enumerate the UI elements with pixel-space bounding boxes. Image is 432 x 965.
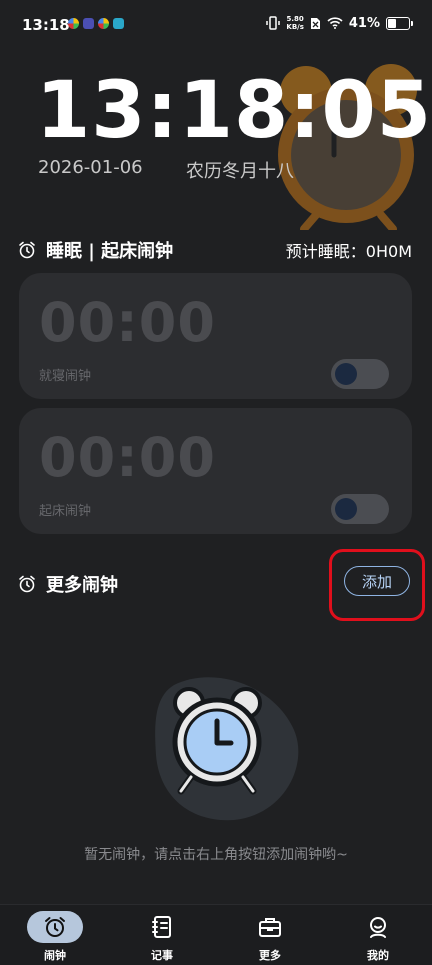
alarm-clock-icon bbox=[45, 917, 65, 937]
wifi-icon bbox=[327, 17, 343, 29]
estimated-sleep: 预计睡眠：0H0M bbox=[285, 242, 412, 261]
current-time: 13:18:05 bbox=[36, 66, 432, 156]
tab-notes-label: 记事 bbox=[151, 949, 173, 962]
notebook-icon bbox=[152, 916, 171, 938]
wakeup-alarm-card[interactable]: 00:00 起床闹钟 bbox=[19, 408, 412, 534]
wakeup-alarm-toggle[interactable] bbox=[331, 494, 389, 524]
tab-icon-wrap bbox=[134, 911, 190, 943]
network-speed-value: 5.80 bbox=[286, 15, 304, 23]
alarm-clock-icon bbox=[19, 241, 35, 259]
bedtime-alarm-toggle[interactable] bbox=[331, 359, 389, 389]
tab-notes[interactable]: 记事 bbox=[122, 905, 202, 965]
notification-icons bbox=[68, 18, 124, 29]
sleep-section-title: 睡眠 | 起床闹钟 bbox=[46, 241, 174, 262]
alarm-clock-icon bbox=[19, 575, 35, 593]
more-alarms-header: 更多闹钟 bbox=[18, 571, 118, 597]
tab-alarm[interactable]: 闹钟 bbox=[15, 905, 95, 965]
toolbox-icon bbox=[259, 918, 281, 937]
tab-icon-wrap bbox=[242, 911, 298, 943]
toggle-knob bbox=[335, 363, 357, 385]
current-date: 2026-01-06 bbox=[38, 157, 143, 178]
status-time: 13:18 bbox=[22, 16, 70, 34]
profile-icon bbox=[370, 917, 386, 938]
tab-more-label: 更多 bbox=[259, 949, 281, 962]
bedtime-alarm-card[interactable]: 00:00 就寝闹钟 bbox=[19, 273, 412, 399]
more-alarms-title: 更多闹钟 bbox=[46, 575, 118, 596]
no-sim-icon bbox=[310, 17, 320, 29]
network-speed-unit: KB/s bbox=[286, 23, 304, 31]
app-notification-icon bbox=[83, 18, 94, 29]
app-notification-icon bbox=[113, 18, 124, 29]
tab-profile[interactable]: 我的 bbox=[338, 905, 418, 965]
lunar-date: 农历冬月十八 bbox=[186, 161, 294, 182]
tab-alarm-label: 闹钟 bbox=[44, 949, 66, 962]
app-notification-icon bbox=[68, 18, 79, 29]
tab-icon-wrap bbox=[27, 911, 83, 943]
tab-icon-wrap bbox=[350, 911, 406, 943]
sleep-section-header: 睡眠 | 起床闹钟 bbox=[18, 237, 173, 263]
tab-more[interactable]: 更多 bbox=[230, 905, 310, 965]
tab-profile-label: 我的 bbox=[367, 949, 389, 962]
wakeup-alarm-time: 00:00 bbox=[39, 426, 216, 489]
highlight-annotation bbox=[329, 549, 425, 621]
wakeup-alarm-label: 起床闹钟 bbox=[39, 504, 92, 519]
battery-percent: 41% bbox=[348, 15, 380, 31]
app-notification-icon bbox=[98, 18, 109, 29]
empty-alarm-illustration-icon bbox=[155, 677, 299, 821]
battery-icon bbox=[386, 16, 413, 30]
status-bar: 13:18 5.80 KB/s 41% bbox=[0, 0, 432, 50]
empty-state-text: 暂无闹钟，请点击右上角按钮添加闹钟哟~ bbox=[84, 847, 348, 863]
bedtime-alarm-label: 就寝闹钟 bbox=[39, 369, 92, 384]
vibrate-icon bbox=[266, 16, 281, 30]
bedtime-alarm-time: 00:00 bbox=[39, 291, 216, 354]
network-speed: 5.80 KB/s bbox=[286, 15, 303, 31]
bottom-tab-bar: 闹钟 记事 更多 我的 bbox=[0, 904, 432, 965]
toggle-knob bbox=[335, 498, 357, 520]
